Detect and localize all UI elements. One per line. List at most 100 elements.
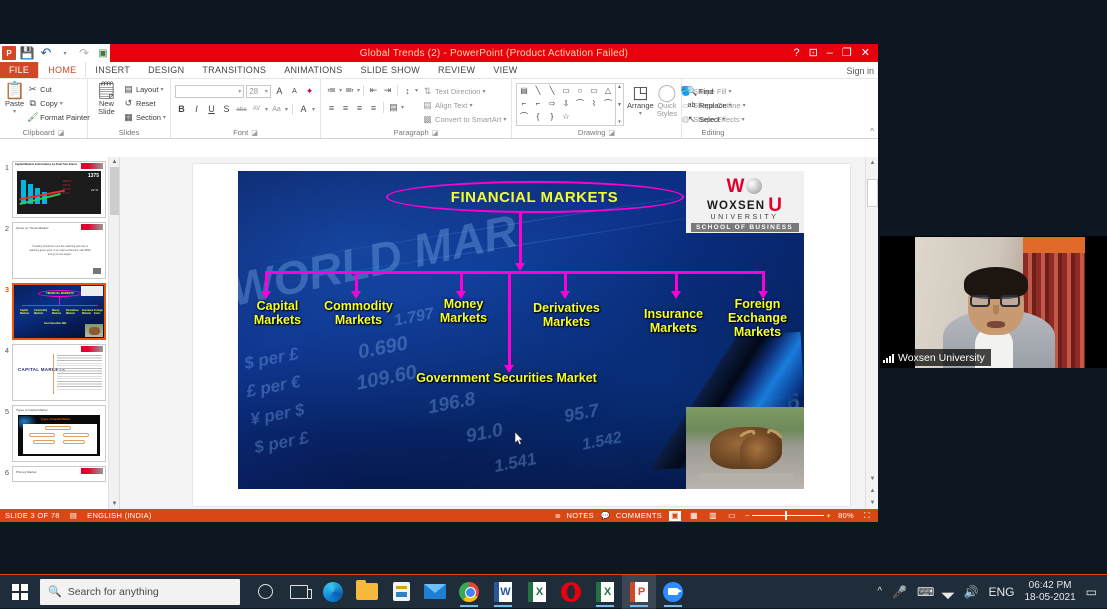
zoom-slider[interactable]: − +: [745, 511, 831, 520]
undo-dropdown-icon[interactable]: ▾: [57, 45, 73, 61]
align-text-button[interactable]: ▤ Align Text ▾: [422, 99, 506, 112]
select-dropdown-icon[interactable]: ▾: [722, 116, 725, 123]
shape-rounded-rect-icon[interactable]: ▭: [587, 84, 601, 97]
numbering-button[interactable]: ≕: [343, 84, 356, 97]
node-insurance-markets[interactable]: Insurance Markets: [634, 307, 714, 335]
new-slide-button[interactable]: 🗒 New Slide: [92, 81, 121, 116]
taskbar-edge[interactable]: [316, 575, 350, 609]
spell-check-icon[interactable]: ▤: [70, 511, 77, 520]
thumb-scroll-down-icon[interactable]: ▼: [109, 499, 119, 509]
slide-content[interactable]: WORLD MAR $ per £ £ per € ¥ per $ $ per …: [237, 171, 804, 489]
tab-file[interactable]: FILE: [0, 62, 39, 78]
slide-paper[interactable]: WORLD MAR $ per £ £ per € ¥ per $ $ per …: [192, 164, 850, 506]
thumbnail-item[interactable]: 4 CAPITAL MARKETS: [0, 340, 119, 401]
format-painter-button[interactable]: 🖌 Format Painter: [27, 111, 90, 124]
gallery-scroll-up-icon[interactable]: ▲: [616, 84, 623, 90]
slide-title-shape[interactable]: FINANCIAL MARKETS: [385, 181, 684, 213]
cortana-button[interactable]: [248, 575, 282, 609]
shape-down-arrow-icon[interactable]: ⇩: [559, 97, 573, 110]
undo-icon[interactable]: ↶: [38, 45, 54, 61]
tab-home[interactable]: HOME: [38, 62, 87, 78]
comments-button[interactable]: 💬 COMMENTS: [601, 511, 662, 520]
view-reading-button[interactable]: ▥: [707, 511, 719, 521]
slide-scroll-up-icon[interactable]: ▲: [866, 157, 878, 169]
node-capital-markets[interactable]: Capital Markets: [240, 299, 316, 327]
thumbnail-item[interactable]: 3 FINANCIAL MARKETS Capital Markets Commo…: [0, 279, 119, 340]
view-normal-button[interactable]: ▣: [669, 510, 682, 521]
shape-arrow-icon[interactable]: ╲: [545, 84, 559, 97]
shapes-gallery-scrollbar[interactable]: ▲ ▼ ▾: [616, 83, 624, 126]
paragraph-dialog-launcher[interactable]: ◪: [432, 130, 439, 137]
clipboard-dialog-launcher[interactable]: ◪: [58, 130, 65, 137]
taskbar-word[interactable]: W: [486, 575, 520, 609]
thumbnail-item[interactable]: 5 Types of Capital Market Types of Capit…: [0, 401, 119, 462]
text-direction-dropdown-icon[interactable]: ▾: [482, 88, 485, 95]
clock[interactable]: 06:42 PM 18-05-2021: [1025, 580, 1076, 604]
language-indicator[interactable]: ENG: [988, 585, 1014, 599]
replace-dropdown-icon[interactable]: ▾: [729, 102, 732, 109]
minimize-button[interactable]: –: [827, 47, 833, 59]
strikethrough-button[interactable]: abc: [235, 103, 248, 116]
taskbar-file-explorer[interactable]: [350, 575, 384, 609]
shape-freeform-icon[interactable]: ⌇: [587, 97, 601, 110]
copy-button[interactable]: ⧉ Copy ▾: [27, 97, 90, 110]
thumbnail-slide-4[interactable]: CAPITAL MARKETS: [12, 344, 106, 401]
bullets-dropdown-icon[interactable]: ▾: [339, 87, 342, 94]
grow-font-button[interactable]: A: [273, 85, 286, 98]
thumbnail-scrollbar[interactable]: ▲ ▼: [108, 157, 119, 509]
taskbar-excel[interactable]: X: [520, 575, 554, 609]
align-text-dropdown-icon[interactable]: ▾: [469, 102, 472, 109]
font-color-button[interactable]: A: [297, 103, 310, 116]
previous-slide-icon[interactable]: ▲: [866, 485, 878, 497]
character-spacing-button[interactable]: AV: [250, 103, 263, 116]
volume-icon[interactable]: 🔊: [964, 585, 979, 599]
bullets-button[interactable]: ≔: [325, 84, 338, 97]
shape-arc-icon[interactable]: ⌒: [601, 97, 615, 110]
line-spacing-button[interactable]: ↕: [401, 84, 414, 97]
shape-right-brace-icon[interactable]: }: [545, 110, 559, 123]
thumb-scrollbar-handle[interactable]: [110, 167, 119, 215]
text-direction-button[interactable]: ⇅ Text Direction ▾: [422, 85, 506, 98]
collapse-ribbon-icon[interactable]: ^: [870, 127, 874, 136]
shape-rectangle-icon[interactable]: ▭: [559, 84, 573, 97]
view-slide-sorter-button[interactable]: ▦: [688, 511, 700, 521]
convert-smartart-button[interactable]: ▩ Convert to SmartArt ▾: [422, 113, 506, 126]
layout-button[interactable]: ▤ Layout ▾: [123, 83, 166, 96]
start-button[interactable]: [0, 583, 40, 600]
font-dialog-launcher[interactable]: ◪: [251, 130, 258, 137]
sign-in-link[interactable]: Sign in: [846, 62, 874, 79]
view-slideshow-button[interactable]: ▭: [726, 511, 738, 521]
character-spacing-dropdown-icon[interactable]: ▾: [265, 106, 268, 113]
slide-indicator[interactable]: SLIDE 3 OF 78: [5, 511, 60, 520]
find-button[interactable]: 🔍 Find: [686, 85, 740, 98]
smartart-dropdown-icon[interactable]: ▾: [503, 116, 506, 123]
slide-scroll-down-icon[interactable]: ▼: [866, 473, 878, 485]
shape-wave-icon[interactable]: ⌒: [517, 110, 531, 123]
paste-button[interactable]: 📋 Paste ▾: [4, 81, 25, 116]
increase-indent-button[interactable]: ⇥: [381, 84, 394, 97]
node-derivatives-markets[interactable]: Derivatives Markets: [522, 301, 612, 329]
tab-insert[interactable]: INSERT: [86, 62, 139, 78]
shape-elbow-icon[interactable]: ⌐: [517, 97, 531, 110]
slide-thumbnail-pane[interactable]: 1 Capital Markets & Derivatives by Final…: [0, 157, 120, 509]
shape-oval-icon[interactable]: ○: [573, 84, 587, 97]
tab-design[interactable]: DESIGN: [139, 62, 193, 78]
zoom-out-button[interactable]: −: [745, 511, 750, 520]
tab-transitions[interactable]: TRANSITIONS: [193, 62, 275, 78]
notes-button[interactable]: ≣ NOTES: [555, 511, 594, 520]
thumbnail-slide-5[interactable]: Types of Capital Market Types of Capital…: [12, 405, 106, 462]
shrink-font-button[interactable]: A: [288, 85, 301, 98]
ribbon-display-options-icon[interactable]: ⊡: [809, 47, 818, 59]
thumbnail-item[interactable]: 6 Primary Market: [0, 462, 119, 482]
section-button[interactable]: ▦ Section ▾: [123, 111, 166, 124]
node-government-securities-market[interactable]: Government Securities Market: [402, 371, 612, 385]
bold-button[interactable]: B: [175, 103, 188, 116]
font-color-dropdown-icon[interactable]: ▾: [312, 106, 315, 113]
tab-view[interactable]: VIEW: [484, 62, 526, 78]
tab-slide-show[interactable]: SLIDE SHOW: [352, 62, 430, 78]
shape-textbox-icon[interactable]: ▤: [517, 84, 531, 97]
quick-styles-button[interactable]: ◯ Quick Styles: [657, 83, 677, 126]
clear-formatting-button[interactable]: ✦: [303, 85, 316, 98]
columns-button[interactable]: ▤: [387, 101, 400, 114]
justify-button[interactable]: ≡: [367, 101, 380, 114]
